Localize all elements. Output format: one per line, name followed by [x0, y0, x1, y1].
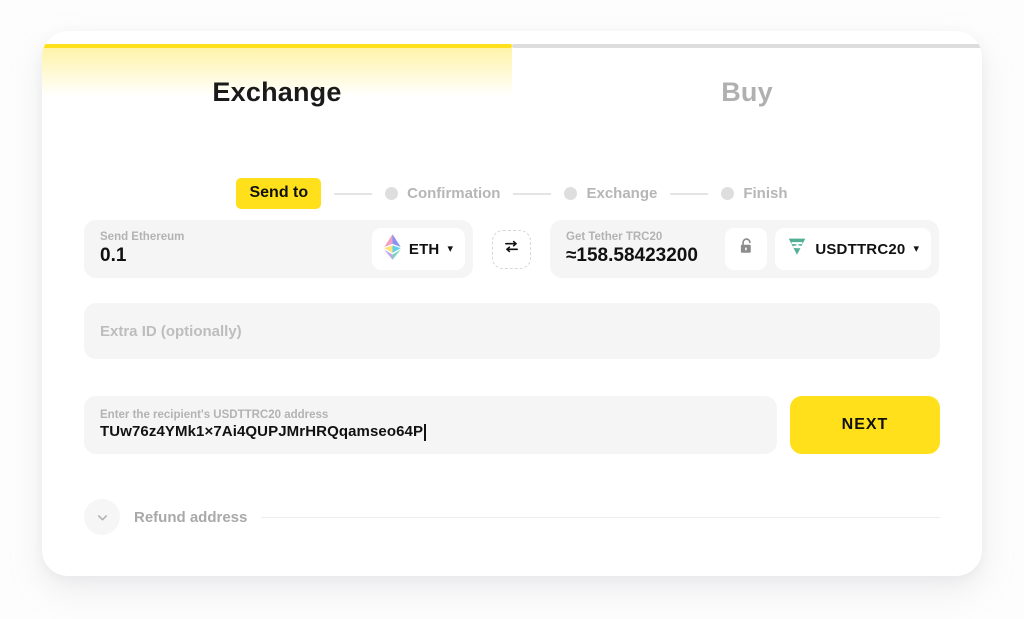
extra-id-field[interactable]: Extra ID (optionally) [84, 303, 940, 359]
tab-buy[interactable]: Buy [512, 31, 982, 131]
text-cursor [424, 424, 426, 441]
send-amount-label: Send Ethereum [100, 231, 372, 244]
step-exchange-dot [564, 187, 577, 200]
rate-lock-button[interactable] [725, 228, 767, 270]
exchange-row: Send Ethereum 0.1 ETH [84, 220, 940, 278]
tab-bar: Exchange Buy [42, 31, 982, 131]
step-confirmation: Confirmation [385, 185, 500, 202]
step-finish: Finish [721, 185, 787, 202]
send-amount-value: 0.1 [100, 245, 372, 267]
tab-exchange-underline [42, 44, 512, 48]
chevron-down-icon: ▾ [447, 244, 453, 255]
step-divider [670, 193, 708, 195]
refund-divider [261, 517, 940, 518]
swap-direction-button[interactable] [492, 230, 531, 269]
step-exchange: Exchange [564, 185, 657, 202]
send-amount-field[interactable]: Send Ethereum 0.1 ETH [84, 220, 473, 278]
recipient-address-value: TUw76z4YMk1×7Ai4QUPJMrHRQqamseo64P [100, 423, 423, 441]
tab-exchange[interactable]: Exchange [42, 31, 512, 131]
step-exchange-label: Exchange [586, 185, 657, 202]
get-coin-selector[interactable]: USDTTRC20 ▾ [775, 228, 931, 270]
unlock-icon [738, 237, 755, 261]
send-coin-selector[interactable]: ETH ▾ [372, 228, 465, 270]
tab-buy-label: Buy [721, 77, 773, 108]
progress-stepper: Send to Confirmation Exchange Finish [42, 178, 982, 209]
address-row: Enter the recipient's USDTTRC20 address … [84, 396, 940, 454]
refund-address-label: Refund address [134, 509, 247, 526]
tab-exchange-label: Exchange [212, 77, 341, 108]
next-button[interactable]: NEXT [790, 396, 940, 454]
step-divider [334, 193, 372, 195]
step-finish-label: Finish [743, 185, 787, 202]
send-coin-ticker: ETH [409, 241, 440, 258]
step-send-to-label: Send to [236, 178, 321, 209]
ethereum-icon [384, 234, 401, 265]
tether-icon [787, 237, 807, 261]
exchange-card: Exchange Buy Send to Confirmation Exchan… [42, 31, 982, 576]
refund-address-toggle[interactable]: Refund address [84, 499, 940, 535]
app-background: Exchange Buy Send to Confirmation Exchan… [0, 0, 1024, 619]
get-amount-value: ≈158.58423200 [566, 245, 725, 267]
extra-id-placeholder: Extra ID (optionally) [100, 323, 242, 340]
get-amount-label: Get Tether TRC20 [566, 231, 725, 244]
get-coin-ticker: USDTTRC20 [815, 241, 905, 258]
tab-buy-underline [512, 44, 982, 48]
step-confirmation-dot [385, 187, 398, 200]
recipient-address-field[interactable]: Enter the recipient's USDTTRC20 address … [84, 396, 777, 454]
swap-arrows-icon [503, 238, 520, 260]
step-confirmation-label: Confirmation [407, 185, 500, 202]
send-amount-inner: Send Ethereum 0.1 [100, 231, 372, 266]
recipient-address-label: Enter the recipient's USDTTRC20 address [100, 409, 761, 422]
recipient-address-value-wrap: TUw76z4YMk1×7Ai4QUPJMrHRQqamseo64P [100, 423, 761, 441]
get-amount-field[interactable]: Get Tether TRC20 ≈158.58423200 [550, 220, 939, 278]
step-finish-dot [721, 187, 734, 200]
step-divider [513, 193, 551, 195]
step-send-to[interactable]: Send to [236, 178, 321, 209]
chevron-down-icon: ▾ [913, 244, 919, 255]
get-amount-inner: Get Tether TRC20 ≈158.58423200 [566, 231, 725, 266]
chevron-down-icon[interactable] [84, 499, 120, 535]
